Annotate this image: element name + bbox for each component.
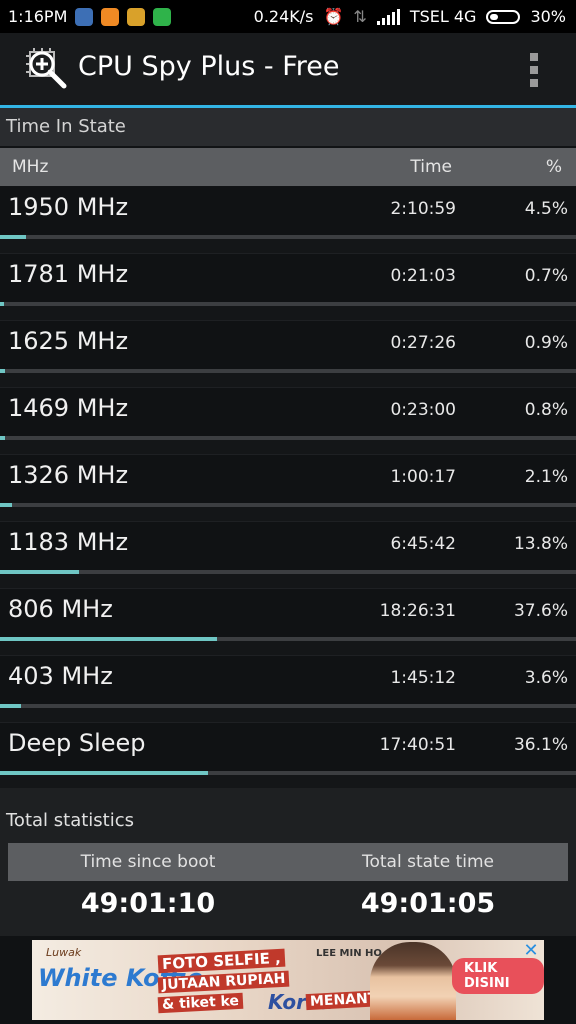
state-time: 0:23:00 bbox=[390, 400, 456, 420]
ad-container: Luwak White Koffie FOTO SELFIE , JUTAAN … bbox=[0, 936, 576, 1024]
row-separator bbox=[0, 239, 576, 254]
state-row: 1950 MHz 2:10:59 4.5% bbox=[0, 187, 576, 254]
state-time: 1:45:12 bbox=[390, 668, 456, 688]
battery-percent: 30% bbox=[530, 7, 566, 26]
total-state-time-label: Total state time bbox=[362, 852, 494, 872]
state-time: 17:40:51 bbox=[379, 735, 456, 755]
state-label: 1183 MHz bbox=[8, 528, 129, 556]
time-in-state-title: Time In State bbox=[6, 116, 126, 137]
state-row: 1625 MHz 0:27:26 0.9% bbox=[0, 321, 576, 388]
signal-icon bbox=[376, 8, 400, 25]
net-speed: 0.24K/s bbox=[253, 7, 314, 26]
data-arrows-icon: ⇅ bbox=[353, 7, 367, 26]
state-percent: 2.1% bbox=[524, 467, 568, 487]
row-separator bbox=[0, 641, 576, 656]
col-time: Time bbox=[410, 157, 452, 177]
state-percent: 36.1% bbox=[513, 735, 568, 755]
time-in-state-header: Time In State bbox=[0, 108, 576, 146]
state-percent: 0.9% bbox=[524, 333, 568, 353]
state-time: 0:21:03 bbox=[390, 266, 456, 286]
total-statistics-section: Total statistics Time since boot Total s… bbox=[0, 788, 576, 936]
column-header: MHz Time % bbox=[0, 148, 576, 186]
state-time: 2:10:59 bbox=[390, 199, 456, 219]
state-row: 1183 MHz 6:45:42 13.8% bbox=[0, 522, 576, 589]
state-label: 1326 MHz bbox=[8, 461, 129, 489]
state-label: 1781 MHz bbox=[8, 260, 129, 288]
state-label: 403 MHz bbox=[8, 662, 113, 690]
state-row: 1469 MHz 0:23:00 0.8% bbox=[0, 388, 576, 455]
state-label: 1625 MHz bbox=[8, 327, 129, 355]
row-separator bbox=[0, 708, 576, 723]
row-separator bbox=[0, 440, 576, 455]
total-state-time-value: 49:01:05 bbox=[360, 888, 496, 919]
state-time: 1:00:17 bbox=[390, 467, 456, 487]
state-percent: 0.7% bbox=[524, 266, 568, 286]
battery-icon bbox=[486, 9, 521, 24]
game-icon bbox=[127, 7, 146, 26]
time-since-boot-value: 49:01:10 bbox=[80, 888, 216, 919]
ad-line-1: FOTO SELFIE , bbox=[157, 948, 286, 974]
status-bar: 1:16PM 0.24K/s ⏰ ⇅ TSEL 4G 30% bbox=[0, 0, 576, 33]
overflow-menu-icon[interactable] bbox=[530, 53, 540, 87]
cpu-magnifier-icon bbox=[26, 48, 67, 89]
ad-cta-button[interactable]: KLIK DISINI bbox=[452, 958, 544, 994]
state-label: 1469 MHz bbox=[8, 394, 129, 422]
row-separator bbox=[0, 507, 576, 522]
state-percent: 37.6% bbox=[513, 601, 568, 621]
state-list: 1950 MHz 2:10:59 4.5% 1781 MHz 0:21:03 0.7% 16… bbox=[0, 187, 576, 790]
carrier-label: TSEL 4G bbox=[409, 7, 477, 26]
state-time: 0:27:26 bbox=[390, 333, 456, 353]
state-percent: 13.8% bbox=[513, 534, 568, 554]
ad-brand-small: Luwak bbox=[46, 946, 82, 959]
ad-line-3: & tiket ke bbox=[157, 992, 244, 1014]
status-time: 1:16PM bbox=[8, 7, 68, 26]
bbm-icon bbox=[75, 7, 94, 26]
state-percent: 3.6% bbox=[524, 668, 568, 688]
close-icon[interactable]: ✕ bbox=[522, 942, 540, 960]
totals-values: 49:01:10 49:01:05 bbox=[8, 884, 568, 928]
ad-banner[interactable]: Luwak White Koffie FOTO SELFIE , JUTAAN … bbox=[32, 940, 544, 1020]
state-percent: 0.8% bbox=[524, 400, 568, 420]
state-row: Deep Sleep 17:40:51 36.1% bbox=[0, 723, 576, 790]
col-mhz: MHz bbox=[12, 157, 49, 177]
state-row: 1326 MHz 1:00:17 2.1% bbox=[0, 455, 576, 522]
alarm-icon: ⏰ bbox=[323, 7, 344, 26]
state-label: 1950 MHz bbox=[8, 193, 129, 221]
chat-bubble-icon bbox=[101, 7, 120, 26]
app-title: CPU Spy Plus - Free bbox=[78, 51, 340, 82]
ad-celebrity-name: LEE MIN HO bbox=[316, 948, 382, 959]
state-time: 18:26:31 bbox=[379, 601, 456, 621]
row-separator bbox=[0, 306, 576, 321]
totals-header: Time since boot Total state time bbox=[8, 843, 568, 881]
state-time: 6:45:42 bbox=[390, 534, 456, 554]
total-statistics-title: Total statistics bbox=[6, 810, 134, 831]
state-label: Deep Sleep bbox=[8, 729, 146, 757]
time-since-boot-label: Time since boot bbox=[80, 852, 216, 872]
line-icon bbox=[153, 7, 172, 26]
row-separator bbox=[0, 373, 576, 388]
state-label: 806 MHz bbox=[8, 595, 113, 623]
ad-celebrity-photo bbox=[370, 942, 456, 1020]
state-percent: 4.5% bbox=[524, 199, 568, 219]
state-row: 403 MHz 1:45:12 3.6% bbox=[0, 656, 576, 723]
state-row: 806 MHz 18:26:31 37.6% bbox=[0, 589, 576, 656]
app-bar: CPU Spy Plus - Free bbox=[0, 33, 576, 105]
row-separator bbox=[0, 574, 576, 589]
col-percent: % bbox=[545, 157, 562, 177]
state-row: 1781 MHz 0:21:03 0.7% bbox=[0, 254, 576, 321]
